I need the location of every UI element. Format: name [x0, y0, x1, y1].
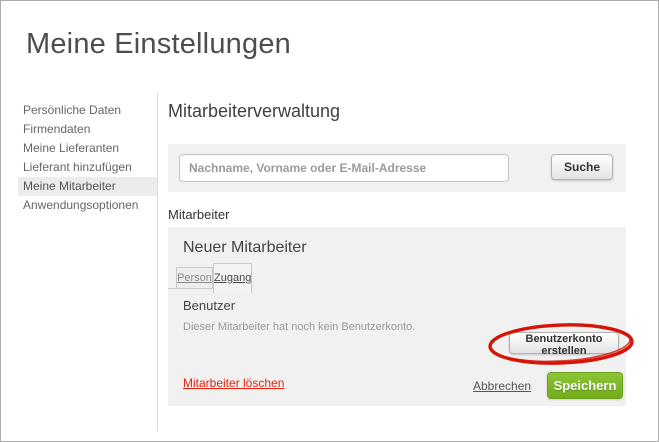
delete-employee-link[interactable]: Mitarbeiter löschen — [183, 376, 284, 390]
settings-sidebar: Persönliche Daten Firmendaten Meine Lief… — [18, 101, 157, 215]
no-account-message: Dieser Mitarbeiter hat noch kein Benutze… — [183, 321, 415, 333]
sidebar-item-lieferant-hinzufuegen[interactable]: Lieferant hinzufügen — [18, 158, 157, 177]
cancel-link[interactable]: Abbrechen — [473, 379, 531, 393]
new-employee-panel: Neuer Mitarbeiter Person Zugang Benutzer… — [168, 227, 626, 406]
employee-search-bar: Suche — [168, 144, 626, 192]
sidebar-item-firmendaten[interactable]: Firmendaten — [18, 120, 157, 139]
search-button[interactable]: Suche — [551, 154, 613, 180]
user-section-heading: Benutzer — [183, 298, 235, 313]
search-input[interactable] — [179, 154, 509, 182]
tab-person[interactable]: Person — [176, 267, 213, 288]
create-account-button[interactable]: Benutzerkonto erstellen — [509, 332, 619, 354]
panel-title: Neuer Mitarbeiter — [183, 239, 307, 257]
settings-window: Meine Einstellungen Persönliche Daten Fi… — [0, 0, 659, 442]
employee-list-label: Mitarbeiter — [168, 207, 229, 222]
sidebar-item-meine-mitarbeiter[interactable]: Meine Mitarbeiter — [18, 177, 157, 196]
main-content: Mitarbeiterverwaltung Suche Mitarbeiter … — [168, 1, 626, 442]
save-button[interactable]: Speichern — [547, 372, 623, 399]
sidebar-item-persoenliche-daten[interactable]: Persönliche Daten — [18, 101, 157, 120]
tab-zugang[interactable]: Zugang — [213, 263, 252, 293]
sidebar-content-divider — [157, 93, 158, 431]
sidebar-item-meine-lieferanten[interactable]: Meine Lieferanten — [18, 139, 157, 158]
section-heading: Mitarbeiterverwaltung — [168, 101, 340, 122]
sidebar-item-anwendungsoptionen[interactable]: Anwendungsoptionen — [18, 196, 157, 215]
